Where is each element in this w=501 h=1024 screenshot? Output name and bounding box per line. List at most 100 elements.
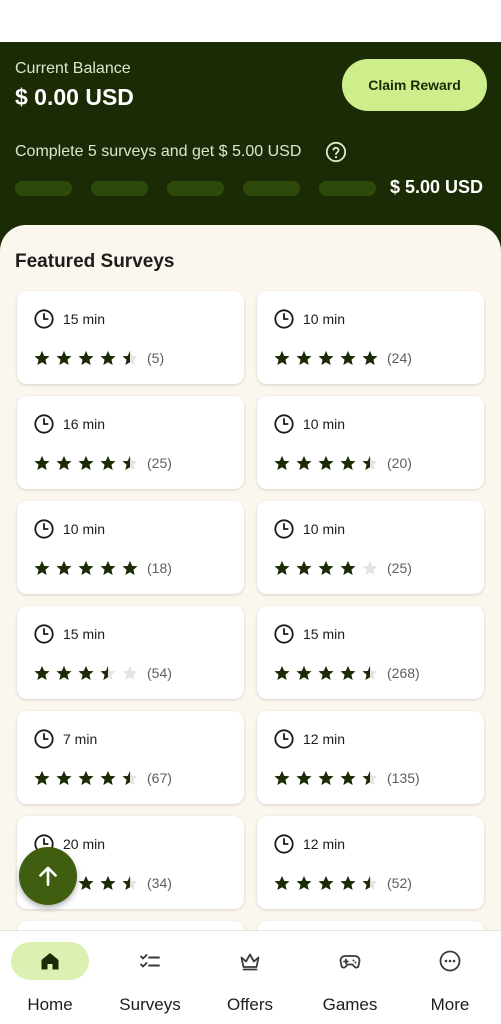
star-icon — [77, 664, 95, 682]
scroll-to-top-button[interactable] — [19, 847, 77, 905]
survey-card-partial[interactable] — [257, 921, 484, 930]
star-icon — [339, 664, 357, 682]
star-icon — [99, 454, 117, 472]
star-icon — [273, 769, 291, 787]
balance-header: Current Balance $ 0.00 USD Claim Reward … — [0, 42, 501, 252]
survey-card[interactable]: 15 min (54) — [17, 606, 244, 699]
star-icon — [273, 559, 291, 577]
rating-count: (20) — [387, 455, 412, 471]
rating-count: (135) — [387, 770, 420, 786]
star-icon — [295, 454, 313, 472]
nav-item-offers[interactable]: Offers — [200, 931, 300, 1024]
star-rating — [33, 454, 139, 472]
survey-duration: 10 min — [303, 416, 346, 432]
survey-card[interactable]: 10 min (20) — [257, 396, 484, 489]
help-icon[interactable] — [325, 141, 347, 163]
star-icon — [99, 349, 117, 367]
star-icon — [121, 664, 139, 682]
survey-card[interactable]: 16 min (25) — [17, 396, 244, 489]
home-icon — [41, 953, 59, 970]
star-icon — [55, 769, 73, 787]
survey-card[interactable]: 15 min (268) — [257, 606, 484, 699]
progress-segment — [243, 181, 300, 196]
clock-icon — [273, 623, 295, 645]
survey-card[interactable]: 10 min (18) — [17, 501, 244, 594]
survey-card[interactable]: 7 min (67) — [17, 711, 244, 804]
clock-icon — [273, 308, 295, 330]
star-icon — [99, 664, 117, 682]
survey-card[interactable]: 10 min (25) — [257, 501, 484, 594]
star-icon — [295, 664, 313, 682]
nav-item-surveys[interactable]: Surveys — [100, 931, 200, 1024]
star-rating — [273, 559, 379, 577]
star-rating — [33, 664, 139, 682]
nav-item-games[interactable]: Games — [300, 931, 400, 1024]
star-icon — [273, 349, 291, 367]
clock-icon — [33, 623, 55, 645]
star-icon — [33, 349, 51, 367]
survey-progress-bar — [15, 181, 376, 197]
star-icon — [33, 664, 51, 682]
nav-item-home[interactable]: Home — [0, 931, 100, 1024]
nav-item-more[interactable]: More — [400, 931, 500, 1024]
survey-duration: 20 min — [63, 836, 106, 852]
star-rating — [273, 874, 379, 892]
star-icon — [317, 349, 335, 367]
star-icon — [339, 769, 357, 787]
rating-count: (18) — [147, 560, 172, 576]
star-icon — [361, 664, 379, 682]
star-icon — [295, 559, 313, 577]
balance-label: Current Balance — [15, 60, 131, 77]
progress-segment — [91, 181, 148, 196]
survey-duration: 12 min — [303, 836, 346, 852]
survey-duration: 12 min — [303, 731, 346, 747]
star-icon — [121, 559, 139, 577]
clock-icon — [33, 518, 55, 540]
nav-label: Surveys — [119, 995, 181, 1014]
checklist-icon — [140, 954, 160, 968]
rating-count: (268) — [387, 665, 420, 681]
star-icon — [55, 349, 73, 367]
clock-icon — [273, 833, 295, 855]
star-icon — [55, 454, 73, 472]
survey-duration: 10 min — [63, 521, 106, 537]
star-icon — [121, 454, 139, 472]
target-amount: $ 5.00 USD — [390, 177, 484, 197]
survey-card[interactable]: 15 min (5) — [17, 291, 244, 384]
survey-duration: 10 min — [303, 521, 346, 537]
arrow-up-icon — [39, 866, 57, 886]
star-icon — [339, 349, 357, 367]
survey-card[interactable]: 12 min (52) — [257, 816, 484, 909]
star-icon — [339, 559, 357, 577]
star-rating — [273, 769, 379, 787]
star-icon — [77, 454, 95, 472]
star-rating — [273, 349, 379, 367]
star-icon — [295, 349, 313, 367]
star-icon — [77, 349, 95, 367]
survey-duration: 10 min — [303, 311, 346, 327]
survey-card[interactable]: 10 min (24) — [257, 291, 484, 384]
star-rating — [33, 349, 139, 367]
clock-icon — [33, 728, 55, 750]
survey-card-partial[interactable] — [17, 921, 244, 930]
progress-segment — [167, 181, 224, 196]
clock-icon — [273, 518, 295, 540]
star-icon — [361, 349, 379, 367]
clock-icon — [33, 413, 55, 435]
star-icon — [317, 664, 335, 682]
crown-icon — [240, 953, 260, 971]
star-icon — [339, 454, 357, 472]
claim-reward-button[interactable]: Claim Reward — [342, 59, 487, 111]
bottom-navigation: Home Surveys Offers Games More — [0, 930, 501, 1024]
clock-icon — [33, 308, 55, 330]
star-rating — [273, 454, 379, 472]
star-icon — [339, 874, 357, 892]
star-rating — [33, 559, 139, 577]
status-bar-area — [0, 0, 501, 42]
survey-card[interactable]: 12 min (135) — [257, 711, 484, 804]
star-icon — [361, 874, 379, 892]
more-icon — [439, 950, 461, 972]
star-icon — [317, 559, 335, 577]
star-icon — [361, 559, 379, 577]
star-rating — [273, 664, 379, 682]
